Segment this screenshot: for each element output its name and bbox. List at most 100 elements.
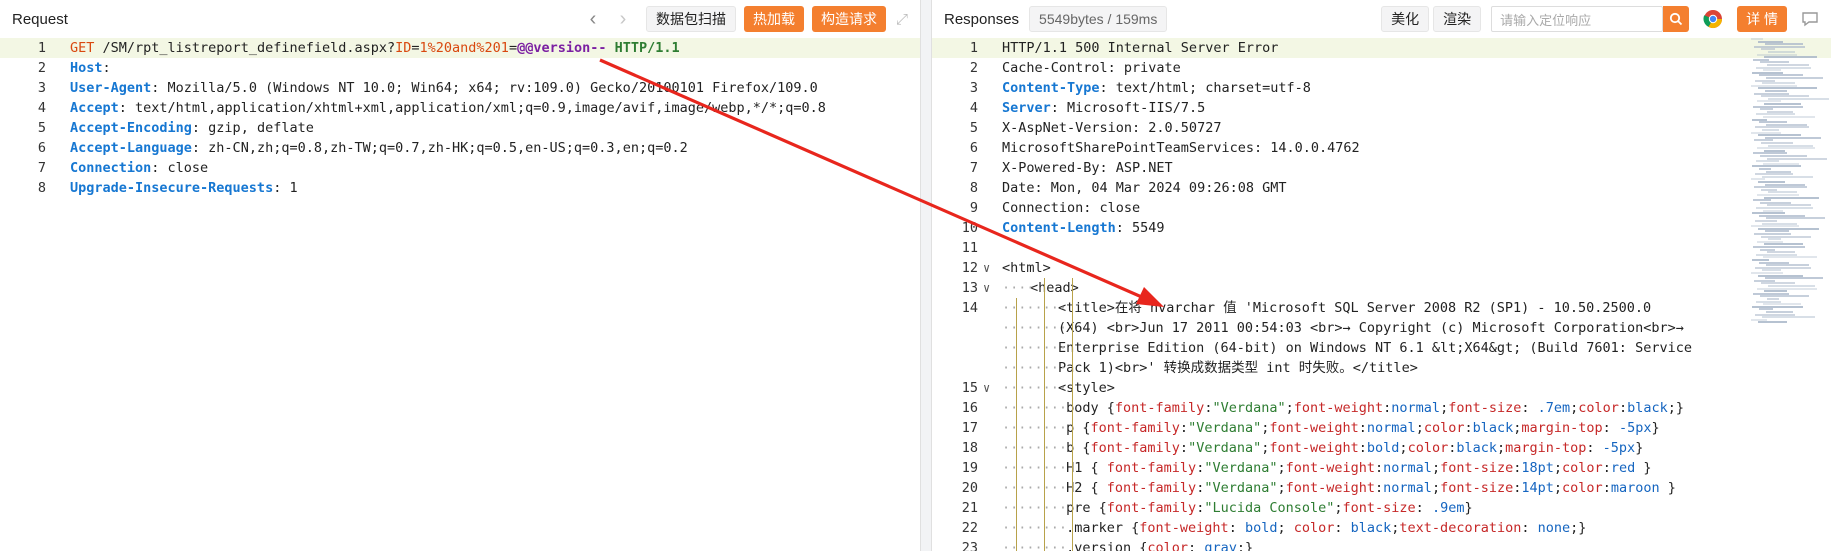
line-number: 20	[961, 480, 978, 496]
code-token: .7em	[1537, 400, 1571, 416]
pane-splitter[interactable]	[920, 0, 932, 551]
comment-icon[interactable]	[1801, 10, 1819, 28]
code-token: font-family	[1106, 460, 1197, 476]
code-token: GET	[70, 40, 95, 56]
response-viewer[interactable]: 1 HTTP/1.1 500 Internal Server Error 2 Cach…	[932, 38, 1831, 551]
minimap-line	[1762, 175, 1813, 178]
fold-toggle-icon[interactable]: ∨	[983, 278, 990, 298]
fold-toggle-icon[interactable]: ∨	[983, 378, 990, 398]
line-text: ········ Enterprise Edition (64-bit) on W…	[1002, 338, 1692, 358]
code-token: Content-Type	[1002, 80, 1100, 96]
line-text: Date: Mon, 04 Mar 2024 09:26:08 GMT	[1002, 178, 1286, 198]
request-editor[interactable]: 1 GET /SM/rpt_listreport_definefield.aspx…	[0, 38, 920, 551]
code-token: .9em	[1431, 500, 1465, 516]
code-token: ;	[1277, 460, 1286, 476]
minimap-line	[1764, 56, 1817, 59]
response-line: 16 ········ body {font-family:"Verdana";f…	[932, 398, 1831, 418]
line-number: 3	[37, 80, 46, 96]
code-token: ;	[1277, 520, 1294, 536]
beautify-button[interactable]: 美化	[1381, 6, 1430, 32]
line-number: 5	[37, 120, 46, 136]
code-token: black	[1456, 440, 1497, 456]
code-token: black	[1627, 400, 1668, 416]
code-token: -5px	[1618, 420, 1652, 436]
code-token: "Verdana"	[1212, 400, 1286, 416]
line-text: ········ <title>在将 nvarchar 值 'Microsoft …	[1002, 298, 1651, 318]
response-line: 7 X-Powered-By: ASP.NET	[932, 158, 1831, 178]
indent-dots: ········	[1002, 460, 1068, 476]
expand-icon[interactable]: ⤢	[896, 11, 908, 28]
fold-toggle-icon[interactable]: ∨	[983, 258, 990, 278]
line-text: ········ H1 { font-family:"Verdana";font…	[1002, 458, 1651, 478]
line-number: 6	[37, 140, 46, 156]
code-token: ;	[1277, 480, 1286, 496]
code-token: }	[1464, 500, 1473, 516]
minimap-line	[1763, 256, 1817, 259]
locate-search-input[interactable]: 请输入定位响应	[1491, 6, 1664, 32]
back-icon[interactable]: ‹	[578, 6, 608, 32]
code-token: :	[1358, 440, 1367, 456]
code-token: :	[1618, 400, 1628, 416]
line-text: GET /SM/rpt_listreport_definefield.aspx?…	[70, 38, 680, 58]
code-token: }	[1651, 420, 1660, 436]
line-number: 22	[961, 520, 978, 536]
line-number: 17	[961, 420, 978, 436]
request-line: 6 Accept-Language: zh-CN,zh;q=0.8,zh-TW;q…	[0, 138, 920, 158]
response-line: 5 X-AspNet-Version: 2.0.50727	[932, 118, 1831, 138]
request-toolbar: Request ‹ › 数据包扫描 热加载 构造请求 ⤢	[0, 0, 920, 38]
line-number: 2	[969, 60, 978, 76]
minimap[interactable]	[1751, 38, 1829, 328]
code-token: color	[1562, 460, 1603, 476]
code-token: normal	[1383, 480, 1432, 496]
code-token: Accept	[70, 100, 119, 116]
detail-button[interactable]: 详 情	[1737, 6, 1787, 32]
response-line: 23 ········ .version {color: gray;}	[932, 538, 1831, 551]
code-token: font-weight	[1269, 440, 1359, 456]
code-token: MicrosoftSharePointTeamServices: 14.0.0.…	[1002, 140, 1360, 156]
response-line: 2 Cache-Control: private	[932, 58, 1831, 78]
code-token: font-weight	[1269, 420, 1359, 436]
packet-scan-button[interactable]: 数据包扫描	[645, 6, 736, 32]
response-line: 10 Content-Length: 5549	[932, 218, 1831, 238]
render-button[interactable]: 渲染	[1433, 6, 1482, 32]
code-token: HTTP/1.1 500 Internal Server Error	[1002, 40, 1279, 56]
code-token: :	[1375, 460, 1384, 476]
response-line: 6 MicrosoftSharePointTeamServices: 14.0.0…	[932, 138, 1831, 158]
chrome-icon[interactable]	[1703, 9, 1723, 29]
indent-guide	[1016, 298, 1017, 551]
code-token: X-Powered-By: ASP.NET	[1002, 160, 1173, 176]
code-token: color	[1147, 540, 1189, 551]
request-pane: Request ‹ › 数据包扫描 热加载 构造请求 ⤢ 1 GET /SM/rp…	[0, 0, 920, 551]
response-line: ········ Pack 1)<br>' 转换成数据类型 int 时失败。</t…	[932, 358, 1831, 378]
code-token: color	[1293, 520, 1335, 536]
indent-dots: ········	[1002, 300, 1068, 316]
code-token: ;	[1415, 420, 1424, 436]
code-token: Pack 1)<br>' 转换成数据类型 int 时失败。</title>	[1058, 360, 1418, 376]
code-token: bold	[1244, 520, 1278, 536]
line-number: 12	[961, 260, 978, 276]
search-button[interactable]	[1663, 6, 1690, 32]
search-icon	[1670, 12, 1683, 26]
code-token: font-weight	[1139, 520, 1229, 536]
response-line: 17 ········ p {font-family:"Verdana";font…	[932, 418, 1831, 438]
forward-icon[interactable]: ›	[608, 6, 638, 32]
code-token: 18pt	[1521, 460, 1554, 476]
response-pane: Responses 5549bytes / 159ms 美化 渲染 请输入定位响…	[932, 0, 1831, 551]
code-token: :	[1602, 420, 1619, 436]
line-text: X-AspNet-Version: 2.0.50727	[1002, 118, 1221, 138]
response-line: 1 HTTP/1.1 500 Internal Server Error	[932, 38, 1831, 58]
line-number: 7	[37, 160, 46, 176]
code-token: normal	[1391, 400, 1441, 416]
response-line: ········ (X64) <br>Jun 17 2011 00:54:03 <…	[932, 318, 1831, 338]
code-token: :	[1415, 500, 1432, 516]
minimap-line	[1758, 321, 1787, 324]
code-token: :	[1358, 420, 1367, 436]
code-token: : close	[151, 160, 209, 176]
build-request-button[interactable]: 构造请求	[811, 6, 886, 32]
code-token: ;	[1553, 460, 1563, 476]
indent-dots: ········	[1002, 360, 1068, 376]
code-token: : gzip, deflate	[191, 120, 314, 136]
response-line: ········ Enterprise Edition (64-bit) on W…	[932, 338, 1831, 358]
hot-load-button[interactable]: 热加载	[743, 6, 804, 32]
